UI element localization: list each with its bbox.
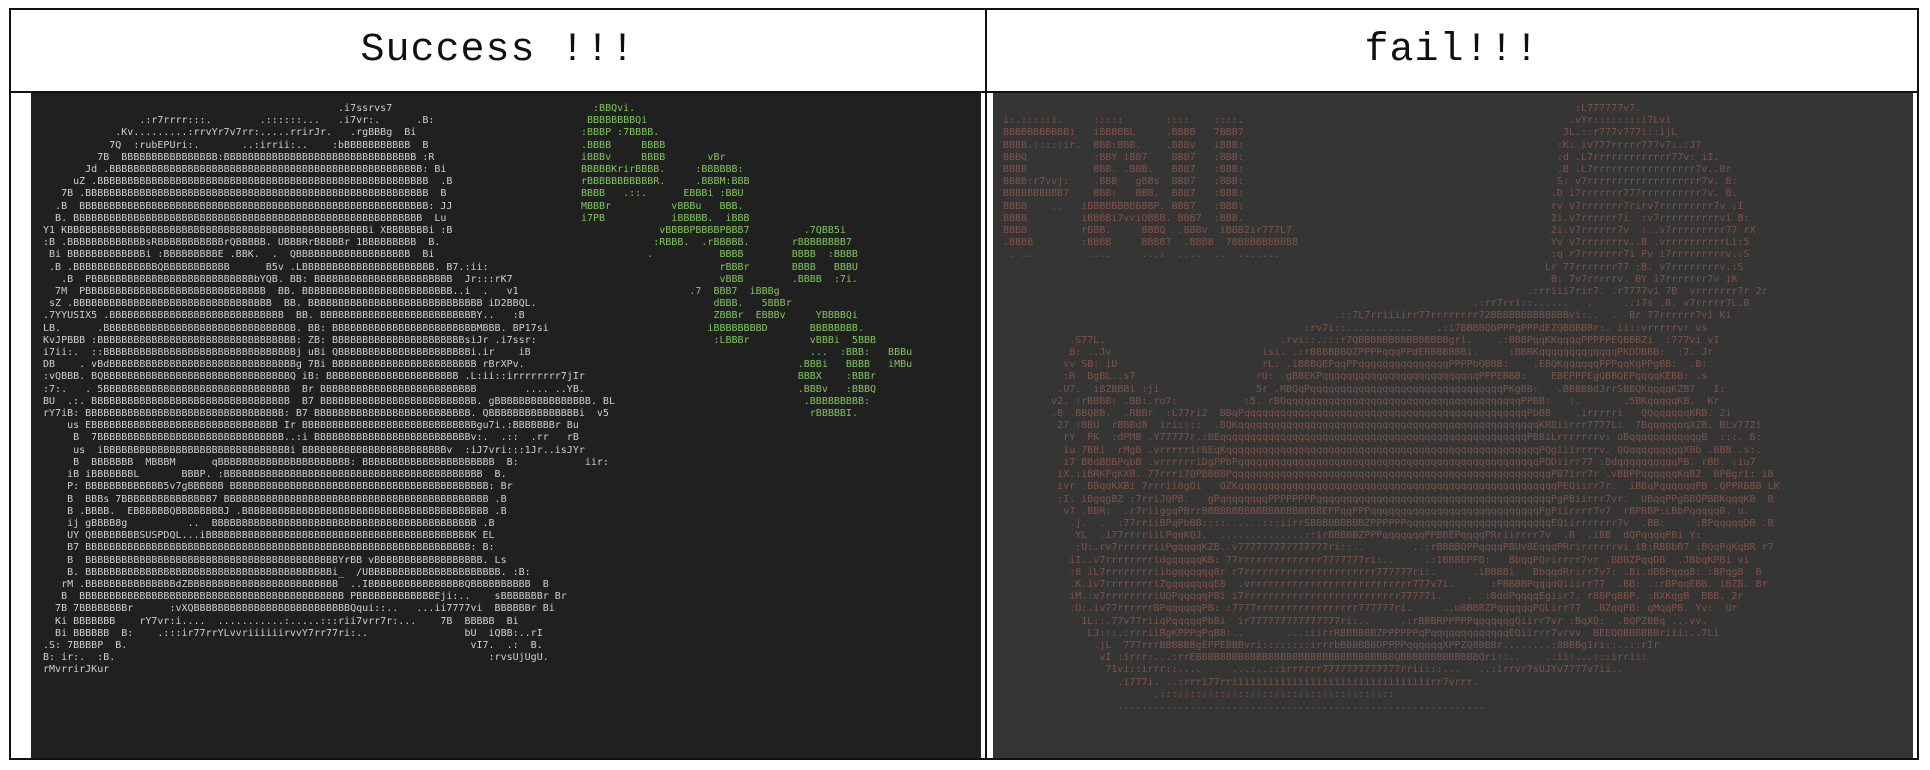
success-ascii-art-green: :BBQvi. BBBBBBBBQi :BBBP :7BBBB. .BBBB B… bbox=[581, 103, 913, 420]
comparison-table: Success !!! fail!!! .i7ssrvs7 .:r7rrrr::… bbox=[9, 8, 1919, 760]
success-header: Success !!! bbox=[360, 28, 636, 73]
success-ascii-art-white: .i7ssrvs7 .:r7rrrr:::. .::::::... .i7vr:… bbox=[43, 103, 615, 676]
fail-header: fail!!! bbox=[1364, 28, 1540, 73]
fail-ascii-art-red: :L777777v7. i:.:::::i. ::::: :::: ::::. … bbox=[1003, 103, 1780, 712]
fail-terminal-screenshot: :L777777v7. i:.:::::i. ::::: :::: ::::. … bbox=[993, 93, 1913, 758]
column-divider bbox=[985, 10, 987, 758]
success-terminal-screenshot: .i7ssrvs7 .:r7rrrr:::. .::::::... .i7vr:… bbox=[31, 93, 981, 758]
